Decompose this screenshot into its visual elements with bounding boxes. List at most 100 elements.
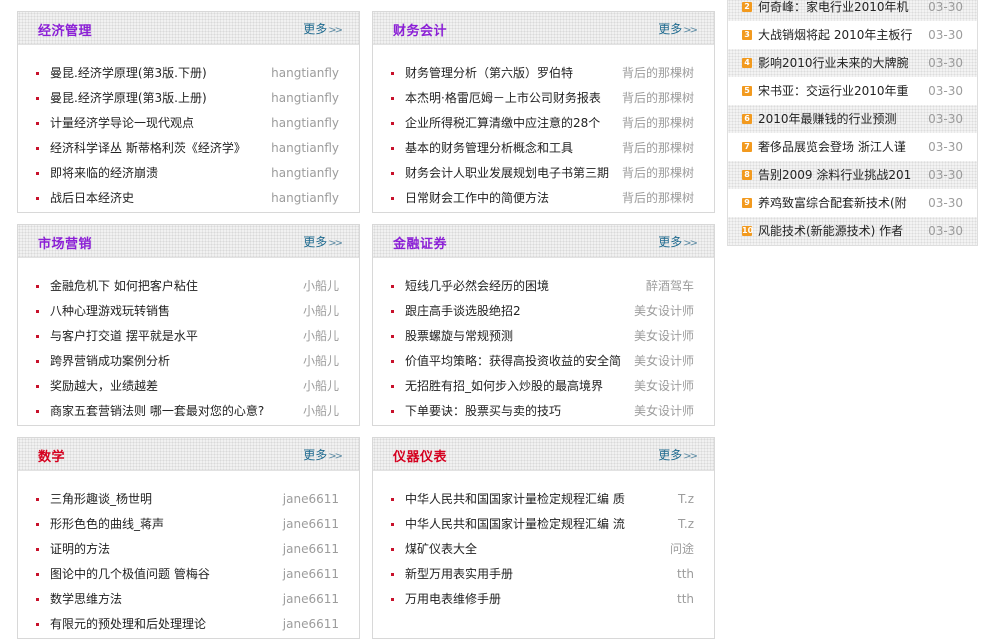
list-item[interactable]: 计量经济学导论一现代观点 hangtianfly — [18, 111, 359, 136]
item-title-link[interactable]: 与客户打交道 摆平就是水平 — [50, 324, 198, 349]
list-item[interactable]: 财务管理分析（第六版）罗伯特 背后的那棵树 — [373, 61, 714, 86]
ranking-title-link[interactable]: 何奇峰：家电行业2010年机 — [758, 0, 913, 21]
ranking-title-link[interactable]: 大战销烟将起 2010年主板行 — [758, 21, 913, 49]
rank-number-badge: 4 — [742, 58, 752, 68]
ranking-title-link[interactable]: 2010年最赚钱的行业预测 — [758, 105, 913, 133]
item-title-link[interactable]: 形形色色的曲线_蒋声 — [50, 512, 164, 537]
list-item[interactable]: 与客户打交道 摆平就是水平 小船儿 — [18, 324, 359, 349]
item-title-link[interactable]: 基本的财务管理分析概念和工具 — [405, 136, 573, 161]
list-item[interactable]: 跟庄高手谈选股绝招2 美女设计师 — [373, 299, 714, 324]
item-title-link[interactable]: 奖励越大，业绩越差 — [50, 374, 158, 399]
item-title-link[interactable]: 价值平均策略：获得高投资收益的安全简 — [405, 349, 621, 374]
item-title-link[interactable]: 财务管理分析（第六版）罗伯特 — [405, 61, 573, 86]
item-title-link[interactable]: 数学思维方法 — [50, 587, 122, 612]
ranking-item[interactable]: 7 奢侈品展览会登场 浙江人谨 03-30 — [728, 133, 977, 161]
more-link[interactable]: 更多>> — [303, 233, 343, 250]
list-item[interactable]: 商家五套营销法则 哪一套最对您的心意? 小船儿 — [18, 399, 359, 424]
list-item[interactable]: 本杰明·格雷厄姆－上市公司财务报表 背后的那棵树 — [373, 86, 714, 111]
list-item[interactable]: 有限元的预处理和后处理理论 jane6611 — [18, 612, 359, 637]
item-title-link[interactable]: 跨界营销成功案例分析 — [50, 349, 170, 374]
item-title-link[interactable]: 三角形趣谈_杨世明 — [50, 487, 152, 512]
more-link[interactable]: 更多>> — [658, 233, 698, 250]
list-item[interactable]: 日常财会工作中的简便方法 背后的那棵树 — [373, 186, 714, 211]
ranking-item[interactable]: 2 何奇峰：家电行业2010年机 03-30 — [728, 0, 977, 21]
list-item[interactable]: 万用电表维修手册 tth — [373, 587, 714, 612]
ranking-item[interactable]: 8 告别2009 涂料行业挑战201 03-30 — [728, 161, 977, 189]
item-title-link[interactable]: 中华人民共和国国家计量检定规程汇编 流 — [405, 512, 625, 537]
list-item[interactable]: 财务会计人职业发展规划电子书第三期 背后的那棵树 — [373, 161, 714, 186]
ranking-item[interactable]: 3 大战销烟将起 2010年主板行 03-30 — [728, 21, 977, 49]
list-item[interactable]: 中华人民共和国国家计量检定规程汇编 流 T.z — [373, 512, 714, 537]
bullet-icon — [36, 623, 39, 626]
list-item[interactable]: 煤矿仪表大全 问途 — [373, 537, 714, 562]
list-item[interactable]: 基本的财务管理分析概念和工具 背后的那棵树 — [373, 136, 714, 161]
item-title-link[interactable]: 无招胜有招_如何步入炒股的最高境界 — [405, 374, 603, 399]
list-item[interactable]: 价值平均策略：获得高投资收益的安全简 美女设计师 — [373, 349, 714, 374]
list-item[interactable]: 经济科学译丛 斯蒂格利茨《经济学》 hangtianfly — [18, 136, 359, 161]
item-title-link[interactable]: 商家五套营销法则 哪一套最对您的心意? — [50, 399, 264, 424]
item-title-link[interactable]: 万用电表维修手册 — [405, 587, 501, 612]
item-title-link[interactable]: 本杰明·格雷厄姆－上市公司财务报表 — [405, 86, 601, 111]
list-item[interactable]: 新型万用表实用手册 tth — [373, 562, 714, 587]
list-item[interactable]: 奖励越大，业绩越差 小船儿 — [18, 374, 359, 399]
ranking-item[interactable]: 5 宋书亚：交运行业2010年重 03-30 — [728, 77, 977, 105]
item-title-link[interactable]: 即将来临的经济崩溃 — [50, 161, 158, 186]
ranking-title-link[interactable]: 影响2010行业未来的大牌腕 — [758, 49, 913, 77]
list-item[interactable]: 即将来临的经济崩溃 hangtianfly — [18, 161, 359, 186]
item-title-link[interactable]: 曼昆.经济学原理(第3版.下册) — [50, 61, 207, 86]
item-title-link[interactable]: 经济科学译丛 斯蒂格利茨《经济学》 — [50, 136, 246, 161]
item-title-link[interactable]: 短线几乎必然会经历的困境 — [405, 274, 549, 299]
list-item[interactable]: 证明的方法 jane6611 — [18, 537, 359, 562]
ranking-title-link[interactable]: 养鸡致富综合配套新技术(附 — [758, 189, 913, 217]
list-item[interactable]: 无招胜有招_如何步入炒股的最高境界 美女设计师 — [373, 374, 714, 399]
list-item[interactable]: 下单要诀：股票买与卖的技巧 美女设计师 — [373, 399, 714, 424]
item-title-link[interactable]: 日常财会工作中的简便方法 — [405, 186, 549, 211]
ranking-item[interactable]: 10 风能技术(新能源技术) 作者 03-30 — [728, 217, 977, 245]
item-author: 醉酒驾车 — [645, 279, 694, 293]
item-title-link[interactable]: 金融危机下 如何把客户粘住 — [50, 274, 198, 299]
item-title-link[interactable]: 八种心理游戏玩转销售 — [50, 299, 170, 324]
ranking-item[interactable]: 4 影响2010行业未来的大牌腕 03-30 — [728, 49, 977, 77]
ranking-item[interactable]: 9 养鸡致富综合配套新技术(附 03-30 — [728, 189, 977, 217]
more-link[interactable]: 更多>> — [303, 446, 343, 463]
bullet-icon — [391, 335, 394, 338]
ranking-item[interactable]: 6 2010年最赚钱的行业预测 03-30 — [728, 105, 977, 133]
item-title-link[interactable]: 战后日本经济史 — [50, 186, 134, 211]
ranking-title-link[interactable]: 告别2009 涂料行业挑战201 — [758, 161, 913, 189]
item-title-link[interactable]: 新型万用表实用手册 — [405, 562, 513, 587]
list-item[interactable]: 三角形趣谈_杨世明 jane6611 — [18, 487, 359, 512]
list-item[interactable]: 短线几乎必然会经历的困境 醉酒驾车 — [373, 274, 714, 299]
list-item[interactable]: 数学思维方法 jane6611 — [18, 587, 359, 612]
ranking-title-link[interactable]: 奢侈品展览会登场 浙江人谨 — [758, 133, 913, 161]
list-item[interactable]: 图论中的几个极值问题 管梅谷 jane6611 — [18, 562, 359, 587]
ranking-title-link[interactable]: 风能技术(新能源技术) 作者 — [758, 217, 913, 245]
item-title-link[interactable]: 证明的方法 — [50, 537, 110, 562]
item-title-link[interactable]: 有限元的预处理和后处理理论 — [50, 612, 206, 637]
item-title-link[interactable]: 中华人民共和国国家计量检定规程汇编 质 — [405, 487, 625, 512]
list-item[interactable]: 八种心理游戏玩转销售 小船儿 — [18, 299, 359, 324]
panel-math: 数学 更多>> 三角形趣谈_杨世明 jane6611 形形色色的曲线_蒋声 jane… — [17, 437, 360, 639]
list-item[interactable]: 跨界营销成功案例分析 小船儿 — [18, 349, 359, 374]
item-author: jane6611 — [282, 492, 339, 506]
item-title-link[interactable]: 企业所得税汇算清缴中应注意的28个 — [405, 111, 600, 136]
item-title-link[interactable]: 跟庄高手谈选股绝招2 — [405, 299, 521, 324]
list-item[interactable]: 战后日本经济史 hangtianfly — [18, 186, 359, 211]
more-link[interactable]: 更多>> — [658, 20, 698, 37]
ranking-title-link[interactable]: 宋书亚：交运行业2010年重 — [758, 77, 913, 105]
list-item[interactable]: 中华人民共和国国家计量检定规程汇编 质 T.z — [373, 487, 714, 512]
item-title-link[interactable]: 股票螺旋与常规预测 — [405, 324, 513, 349]
list-item[interactable]: 形形色色的曲线_蒋声 jane6611 — [18, 512, 359, 537]
item-title-link[interactable]: 下单要诀：股票买与卖的技巧 — [405, 399, 561, 424]
list-item[interactable]: 曼昆.经济学原理(第3版.下册) hangtianfly — [18, 61, 359, 86]
list-item[interactable]: 曼昆.经济学原理(第3版.上册) hangtianfly — [18, 86, 359, 111]
item-title-link[interactable]: 计量经济学导论一现代观点 — [50, 111, 194, 136]
more-link[interactable]: 更多>> — [303, 20, 343, 37]
list-item[interactable]: 股票螺旋与常规预测 美女设计师 — [373, 324, 714, 349]
more-link[interactable]: 更多>> — [658, 446, 698, 463]
item-title-link[interactable]: 煤矿仪表大全 — [405, 537, 477, 562]
list-item[interactable]: 企业所得税汇算清缴中应注意的28个 背后的那棵树 — [373, 111, 714, 136]
item-title-link[interactable]: 财务会计人职业发展规划电子书第三期 — [405, 161, 609, 186]
item-title-link[interactable]: 图论中的几个极值问题 管梅谷 — [50, 562, 210, 587]
item-title-link[interactable]: 曼昆.经济学原理(第3版.上册) — [50, 86, 207, 111]
list-item[interactable]: 金融危机下 如何把客户粘住 小船儿 — [18, 274, 359, 299]
